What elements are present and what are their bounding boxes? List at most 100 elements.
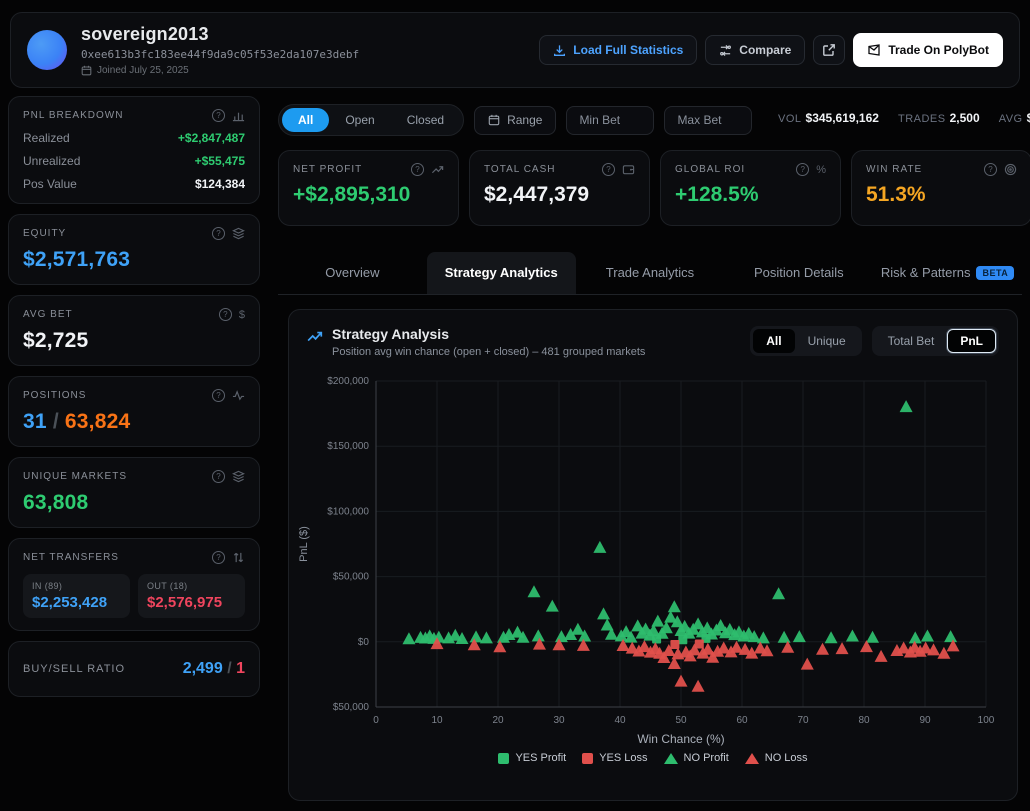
transfers-out-label: OUT (18) (147, 581, 236, 591)
segment-all[interactable]: All (282, 108, 329, 132)
global-roi-card: GLOBAL ROI ? % +128.5% (660, 150, 841, 226)
download-icon (553, 44, 566, 57)
tab-trade-analytics[interactable]: Trade Analytics (576, 252, 725, 294)
layers-icon (232, 227, 245, 240)
realized-value: +$2,847,487 (178, 131, 245, 145)
legend-item-no-loss[interactable]: NO Loss (745, 752, 808, 764)
triangle-marker-icon (745, 753, 759, 764)
svg-text:0: 0 (373, 715, 379, 726)
legend-item-no-profit[interactable]: NO Profit (664, 752, 729, 764)
help-icon[interactable]: ? (796, 163, 809, 176)
target-icon (1004, 163, 1017, 176)
total-cash-value: $2,447,379 (484, 183, 635, 207)
toggle-pnl[interactable]: PnL (947, 329, 996, 353)
external-link-button[interactable] (813, 35, 845, 65)
tab-risk-patterns[interactable]: Risk & Patterns BETA (873, 252, 1022, 294)
analytics-tabs: Overview Strategy Analytics Trade Analyt… (278, 252, 1022, 295)
compare-label: Compare (739, 43, 791, 57)
svg-text:80: 80 (858, 715, 870, 726)
help-icon[interactable]: ? (212, 551, 225, 564)
svg-text:90: 90 (919, 715, 931, 726)
transfers-in-value: $2,253,428 (32, 594, 121, 611)
toggle-total-bet[interactable]: Total Bet (875, 329, 948, 353)
max-bet-input[interactable]: Max Bet (664, 106, 752, 135)
strategy-scatter-chart[interactable]: 0102030405060708090100$200,000$150,000$1… (289, 366, 1017, 748)
total-cash-card: TOTAL CASH ? $2,447,379 (469, 150, 650, 226)
toggle-unique[interactable]: Unique (795, 329, 859, 353)
chart-subtitle: Position avg win chance (open + closed) … (332, 346, 645, 358)
compare-icon (719, 44, 732, 57)
tab-position-details[interactable]: Position Details (724, 252, 873, 294)
svg-text:70: 70 (797, 715, 809, 726)
status-segmented-control: All Open Closed (278, 104, 464, 136)
beta-badge: BETA (976, 266, 1014, 280)
help-icon[interactable]: ? (212, 227, 225, 240)
range-button[interactable]: Range (474, 106, 556, 135)
vol-label: VOL (778, 113, 802, 125)
svg-text:$0: $0 (358, 637, 370, 648)
trades-value: 2,500 (950, 111, 980, 125)
bar-chart-icon (232, 109, 245, 122)
svg-text:$50,000: $50,000 (333, 702, 370, 713)
pnl-breakdown-label: PNL BREAKDOWN (23, 110, 123, 121)
transfers-in-box: IN (89) $2,253,428 (23, 574, 130, 618)
legend-item-yes-profit[interactable]: YES Profit (498, 752, 566, 764)
buy-sell-ratio-label: BUY/SELL RATIO (23, 663, 125, 675)
stats-sidebar: PNL BREAKDOWN ? Realized+$2,847,487 Unre… (8, 96, 260, 697)
help-icon[interactable]: ? (219, 308, 232, 321)
avg-label: AVG (999, 113, 1023, 125)
chart-legend: YES Profit YES Loss NO Profit NO Loss (289, 752, 1017, 764)
help-icon[interactable]: ? (212, 389, 225, 402)
min-bet-input[interactable]: Min Bet (566, 106, 654, 135)
help-icon[interactable]: ? (212, 470, 225, 483)
load-full-statistics-button[interactable]: Load Full Statistics (539, 35, 697, 65)
wallet-address: 0xee613b3fc183ee44f9da9c05f53e2da107e3de… (81, 48, 359, 61)
realized-label: Realized (23, 131, 70, 145)
help-icon[interactable]: ? (602, 163, 615, 176)
segment-closed[interactable]: Closed (391, 108, 460, 132)
trades-label: TRADES (898, 113, 946, 125)
net-transfers-label: NET TRANSFERS (23, 552, 119, 563)
trade-on-polybot-label: Trade On PolyBot (888, 43, 989, 57)
trade-on-polybot-button[interactable]: Trade On PolyBot (853, 33, 1003, 67)
legend-label: YES Loss (599, 752, 647, 764)
toggle-all[interactable]: All (753, 329, 794, 353)
calendar-icon (81, 65, 92, 76)
tab-strategy-analytics-label: Strategy Analytics (445, 265, 558, 280)
buy-sell-ratio-card: BUY/SELL RATIO 2,499 / 1 (8, 641, 260, 697)
positions-value: 31 / 63,824 (23, 410, 245, 434)
tab-overview[interactable]: Overview (278, 252, 427, 294)
segment-open[interactable]: Open (329, 108, 390, 132)
tab-risk-patterns-label: Risk & Patterns (881, 265, 971, 280)
transfers-icon (232, 551, 245, 564)
svg-text:60: 60 (736, 715, 748, 726)
buy-sell-separator: / (227, 660, 231, 677)
tab-strategy-analytics[interactable]: Strategy Analytics (427, 252, 576, 294)
wallet-icon (622, 163, 635, 176)
stack-icon (232, 470, 245, 483)
unique-markets-card: UNIQUE MARKETS ? 63,808 (8, 457, 260, 528)
sell-count: 1 (236, 660, 245, 677)
buy-count: 2,499 (183, 660, 223, 677)
transfers-in-label: IN (89) (32, 581, 121, 591)
net-transfers-card: NET TRANSFERS ? IN (89) $2,253,428 OUT (… (8, 538, 260, 631)
net-profit-value: +$2,895,310 (293, 183, 444, 207)
pos-value-value: $124,384 (195, 177, 245, 191)
help-icon[interactable]: ? (212, 109, 225, 122)
compare-button[interactable]: Compare (705, 35, 805, 65)
svg-text:20: 20 (492, 715, 504, 726)
help-icon[interactable]: ? (984, 163, 997, 176)
scope-toggle-group: All Unique (750, 326, 861, 356)
svg-text:100: 100 (978, 715, 995, 726)
pnl-breakdown-card: PNL BREAKDOWN ? Realized+$2,847,487 Unre… (8, 96, 260, 204)
help-icon[interactable]: ? (411, 163, 424, 176)
svg-text:$200,000: $200,000 (327, 376, 369, 387)
activity-icon (232, 389, 245, 402)
win-rate-label: WIN RATE (866, 164, 922, 175)
legend-item-yes-loss[interactable]: YES Loss (582, 752, 647, 764)
chart-title: Strategy Analysis (332, 326, 645, 342)
avg-bet-value: $2,725 (23, 329, 245, 353)
net-profit-label: NET PROFIT (293, 164, 362, 175)
unique-markets-value: 63,808 (23, 491, 245, 515)
equity-label: EQUITY (23, 228, 66, 239)
